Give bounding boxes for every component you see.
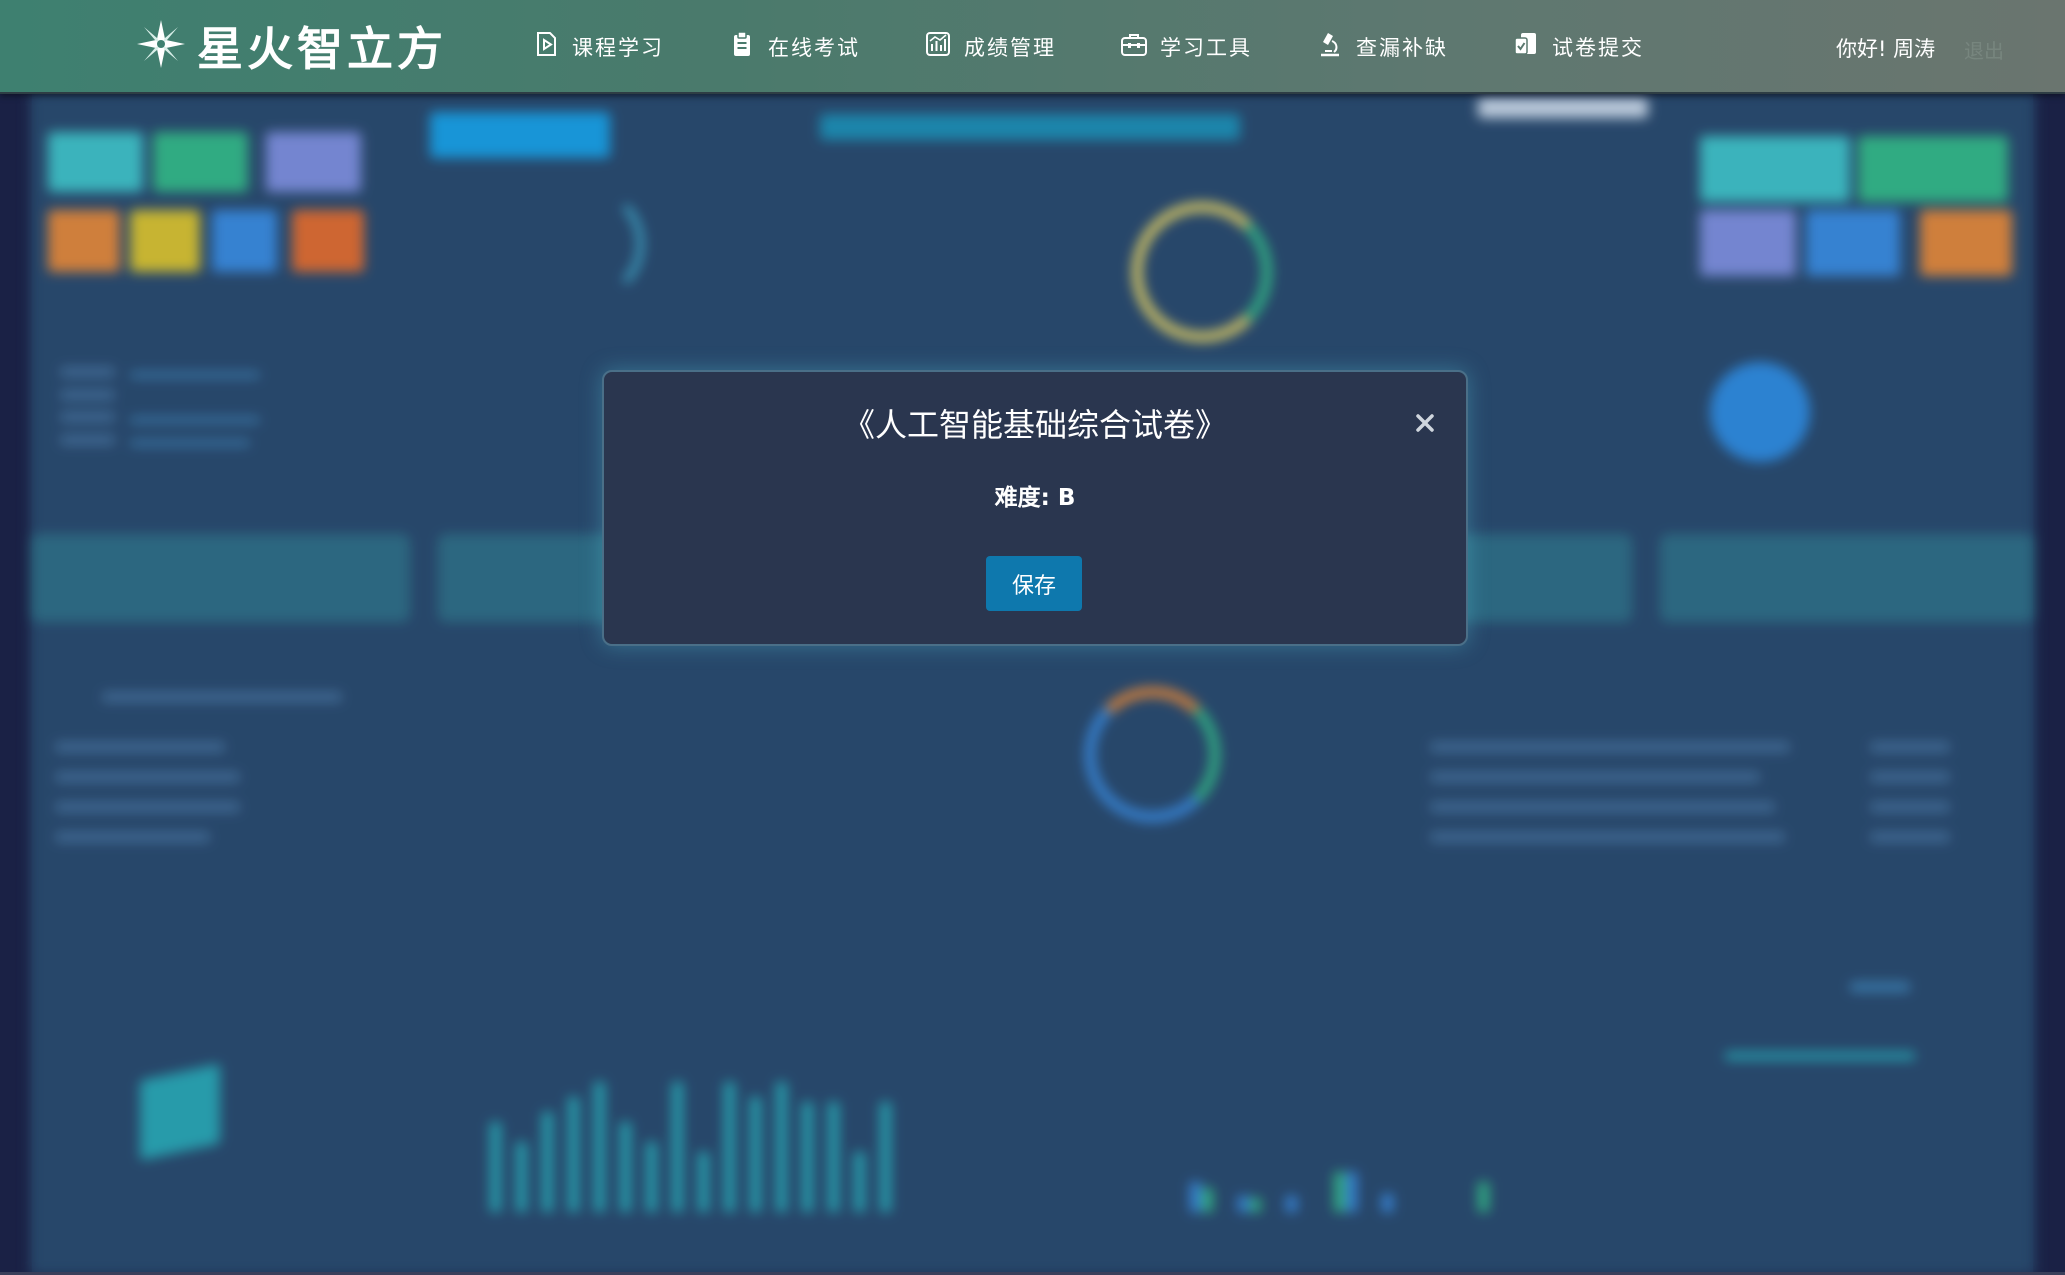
close-icon[interactable]	[1412, 410, 1438, 436]
save-button[interactable]: 保存	[986, 556, 1082, 611]
nav-label: 成绩管理	[964, 35, 1056, 60]
nav-item-grade-management[interactable]: 成绩管理	[924, 30, 1056, 63]
nav-label: 试卷提交	[1552, 35, 1644, 60]
sparkle-logo-icon	[135, 18, 187, 74]
nav-item-course-study[interactable]: 课程学习	[532, 30, 664, 63]
logout-link[interactable]: 退出	[1964, 35, 2004, 64]
nav-item-gap-filling[interactable]: 查漏补缺	[1316, 30, 1448, 63]
nav-item-paper-submit[interactable]: 试卷提交	[1512, 30, 1644, 63]
nav-label: 学习工具	[1160, 35, 1252, 60]
user-greeting: 你好! 周涛	[1836, 37, 1936, 61]
clipboard-icon	[728, 30, 756, 63]
submit-doc-icon	[1512, 30, 1540, 63]
exam-paper-dialog: 《人工智能基础综合试卷》 难度: B 保存	[602, 370, 1468, 646]
top-navbar: 星火智立方 课程学习 在线考试 成绩管理 学习工具 查漏补缺 试卷提交 你好! …	[0, 0, 2065, 94]
nav-item-online-exam[interactable]: 在线考试	[728, 30, 860, 63]
chart-icon	[924, 30, 952, 63]
main-nav: 课程学习 在线考试 成绩管理 学习工具 查漏补缺 试卷提交	[532, 30, 1708, 63]
dialog-title: 《人工智能基础综合试卷》	[842, 406, 1227, 444]
play-doc-icon	[532, 30, 560, 63]
brand-name: 星火智立方	[197, 22, 447, 76]
microscope-icon	[1316, 30, 1344, 63]
nav-label: 课程学习	[572, 35, 664, 60]
toolbox-icon	[1120, 30, 1148, 63]
modal-backdrop[interactable]	[0, 92, 2065, 1275]
nav-label: 在线考试	[768, 35, 860, 60]
nav-item-study-tools[interactable]: 学习工具	[1120, 30, 1252, 63]
brand-logo[interactable]: 星火智立方	[135, 16, 447, 76]
nav-label: 查漏补缺	[1356, 35, 1448, 60]
difficulty-label: 难度: B	[994, 485, 1076, 511]
